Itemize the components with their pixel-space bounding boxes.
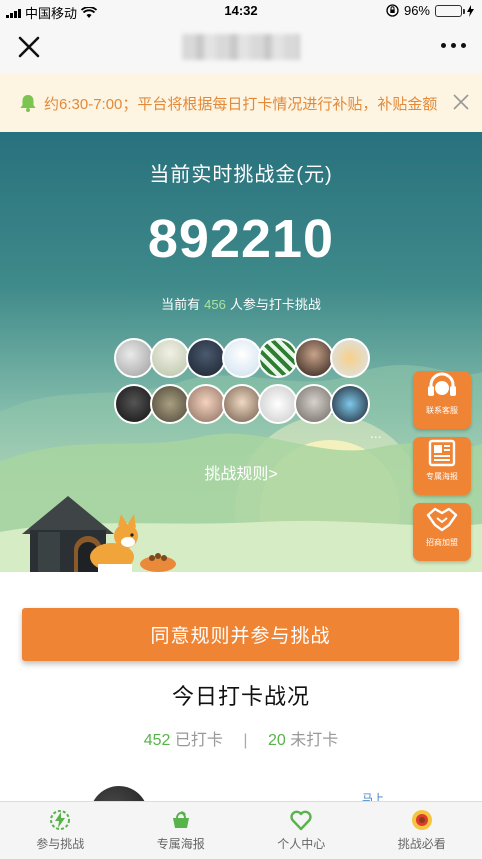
floating-side-buttons: 联系客服 专属海报 招商加盟: [413, 365, 471, 569]
challenge-rules-link[interactable]: 挑战规则>: [0, 460, 482, 484]
avatar[interactable]: [114, 338, 154, 378]
tab-label: 专属海报: [156, 837, 205, 851]
checked-count: 452: [143, 732, 171, 749]
tab-label: 挑战必看: [397, 837, 446, 851]
bottom-tab-bar: 参与挑战 专属海报 个人中心 挑战必看: [0, 801, 482, 859]
avatar[interactable]: [294, 384, 334, 424]
participant-avatars: ...: [114, 338, 382, 441]
heart-icon: [290, 810, 312, 831]
battery-percent: 96%: [403, 3, 430, 18]
more-avatars-indicator: ...: [370, 425, 382, 441]
newspaper-icon: [428, 439, 456, 467]
challenge-amount: 892210: [147, 209, 335, 269]
tab-join-challenge[interactable]: 参与挑战: [0, 802, 121, 859]
handshake-icon: [426, 507, 458, 532]
poster-button[interactable]: 专属海报: [413, 437, 471, 495]
challenge-hero: 当前实时挑战金(元) 892210 当前有 456 人参与打卡挑战 ... 挑战规则…: [0, 132, 482, 572]
tab-profile[interactable]: 个人中心: [241, 802, 362, 859]
hero-title: 当前实时挑战金(元): [149, 164, 333, 186]
sunflower-icon: [411, 810, 432, 830]
avatar[interactable]: [330, 338, 370, 378]
nav-bar: [0, 22, 482, 74]
today-status-title: 今日打卡战况: [171, 684, 310, 709]
participants-count: 456: [204, 297, 226, 312]
notice-close-icon[interactable]: [452, 93, 470, 111]
customer-service-button[interactable]: 联系客服: [413, 371, 471, 429]
avatar[interactable]: [114, 384, 154, 424]
avatar[interactable]: [258, 384, 298, 424]
basket-icon: [172, 811, 189, 828]
charging-icon: [467, 4, 474, 17]
avatar[interactable]: [186, 338, 226, 378]
avatar-row: [114, 384, 374, 424]
tab-label: 参与挑战: [36, 837, 85, 851]
avatar[interactable]: [258, 338, 298, 378]
avatar[interactable]: [222, 384, 262, 424]
avatar[interactable]: [150, 338, 190, 378]
avatar[interactable]: [186, 384, 226, 424]
partner-button[interactable]: 招商加盟: [413, 503, 471, 561]
headset-icon: [428, 372, 456, 396]
tab-poster[interactable]: 专属海报: [121, 802, 242, 859]
orientation-lock-icon: [386, 4, 399, 17]
notice-bar: 约6:30-7:00；平台将根据每日打卡情况进行补贴，补贴金额: [0, 74, 482, 132]
battery-icon: [435, 4, 465, 17]
avatar[interactable]: [222, 338, 262, 378]
checkin-stats: 452 已打卡 | 20 未打卡: [0, 726, 482, 750]
participants-suffix: 人参与打卡挑战: [229, 297, 321, 312]
status-right: 96%: [386, 3, 474, 18]
checked-label: 已打卡: [174, 732, 223, 749]
stats-separator: |: [243, 732, 248, 749]
customer-service-label: 联系客服: [426, 406, 458, 415]
notice-text: 约6:30-7:00；平台将根据每日打卡情况进行补贴，补贴金额: [44, 96, 438, 113]
poster-label: 专属海报: [426, 472, 458, 481]
avatar[interactable]: [330, 384, 370, 424]
page-title-blurred: [182, 34, 300, 60]
unchecked-label: 未打卡: [290, 732, 339, 749]
avatar-row: [114, 338, 374, 378]
tab-label: 个人中心: [277, 837, 326, 851]
status-bar: 中国移动 14:32 96%: [0, 0, 482, 22]
participants-line: 当前有 456 人参与打卡挑战: [0, 294, 482, 313]
close-icon[interactable]: [16, 34, 42, 60]
participants-prefix: 当前有: [161, 297, 201, 312]
bell-icon: [20, 95, 36, 112]
partner-label: 招商加盟: [426, 538, 458, 547]
unchecked-count: 20: [267, 732, 286, 749]
join-challenge-button[interactable]: 同意规则并参与挑战: [22, 608, 459, 661]
lightning-badge-icon: [50, 810, 71, 830]
avatar[interactable]: [294, 338, 334, 378]
avatar[interactable]: [150, 384, 190, 424]
more-dots-icon[interactable]: [441, 43, 466, 48]
tab-must-read[interactable]: 挑战必看: [362, 802, 482, 859]
